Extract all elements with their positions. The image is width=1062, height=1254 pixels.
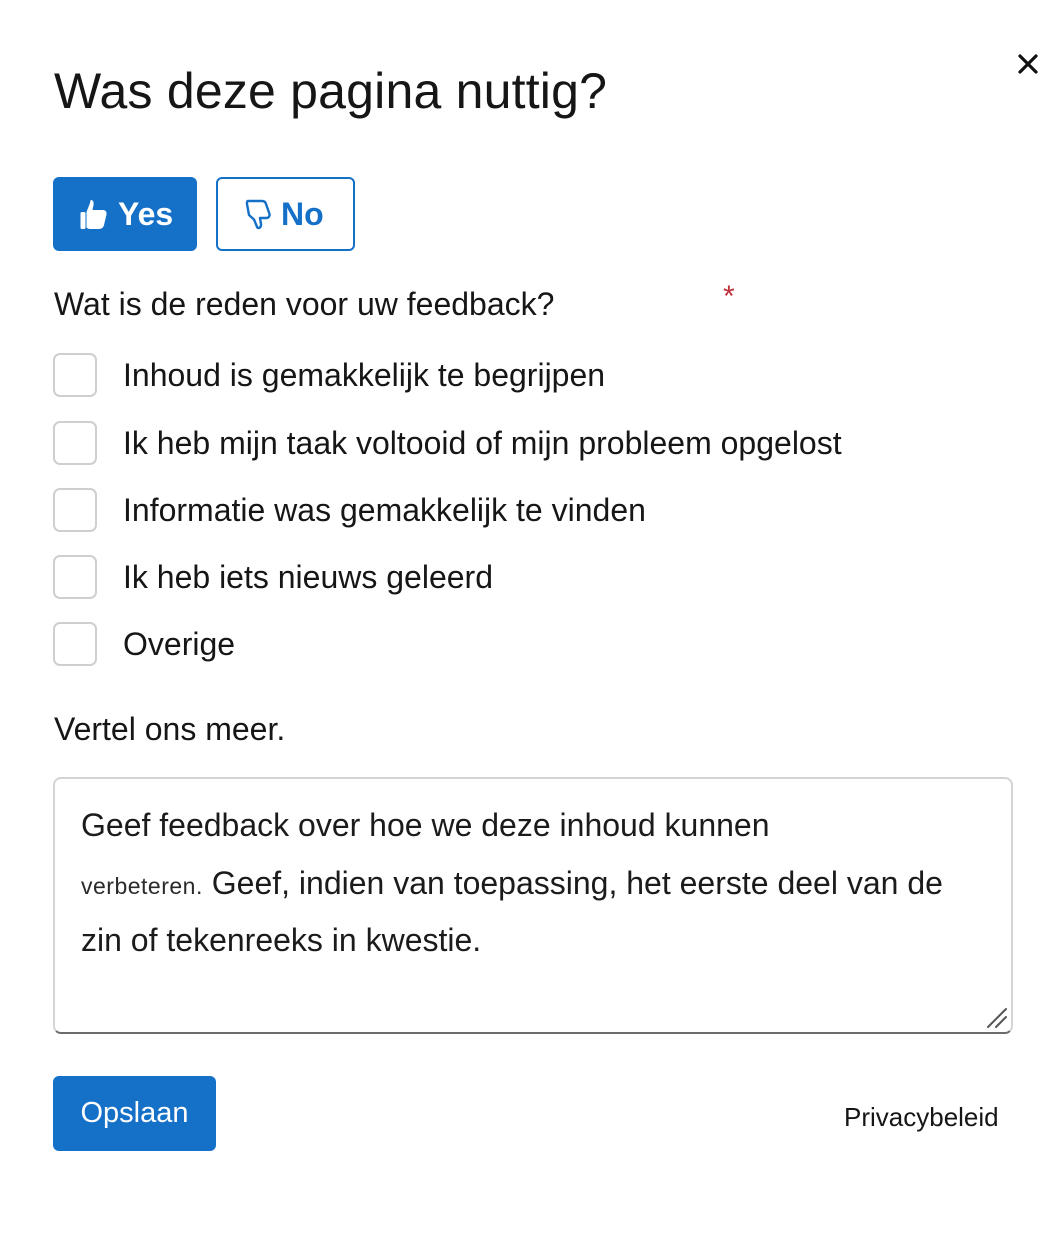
no-label: No [281,195,324,232]
yes-button[interactable]: Yes [53,177,197,251]
feedback-dialog: Was deze pagina nuttig? Yes No Wat is de… [0,0,1062,1254]
checkbox[interactable] [53,353,97,397]
close-button[interactable] [1008,44,1048,84]
dialog-title: Was deze pagina nuttig? [54,63,608,119]
reason-option-task-completed[interactable]: Ik heb mijn taak voltooid of mijn proble… [53,419,842,467]
save-button[interactable]: Opslaan [53,1076,216,1151]
checkbox[interactable] [53,421,97,465]
option-label: Ik heb iets nieuws geleerd [123,558,493,595]
option-label: Overige [123,625,236,662]
reason-option-learned-something[interactable]: Ik heb iets nieuws geleerd [53,553,493,601]
required-mark: * [723,280,735,313]
checkbox[interactable] [53,555,97,599]
placeholder-continuation: Geef, indien van toepassing, het eerste … [211,865,943,901]
privacy-link[interactable]: Privacybeleid [844,1102,999,1133]
resize-grip-icon[interactable] [984,1005,1008,1029]
reason-question: Wat is de reden voor uw feedback? [54,286,555,322]
option-label: Ik heb mijn taak voltooid of mijn proble… [123,424,842,461]
option-label: Inhoud is gemakkelijk te begrijpen [123,356,606,393]
thumbs-up-icon [80,200,107,229]
checkbox[interactable] [53,622,97,666]
thumbs-down-icon [245,199,271,230]
feedback-textarea[interactable]: Geef feedback over hoe we deze inhoud ku… [53,777,1013,1034]
placeholder-line-1: Geef feedback over hoe we deze inhoud ku… [81,807,770,843]
details-label: Vertel ons meer. [54,711,286,747]
close-icon [1018,54,1038,74]
yes-label: Yes [118,195,174,232]
reason-option-easy-to-find[interactable]: Informatie was gemakkelijk te vinden [53,486,646,534]
no-button[interactable]: No [216,177,355,251]
checkbox[interactable] [53,488,97,532]
placeholder-fragment: verbeteren. [81,873,203,899]
reason-option-other[interactable]: Overige [53,620,235,668]
option-label: Informatie was gemakkelijk te vinden [123,491,646,528]
placeholder-line-3: zin of tekenreeks in kwestie. [81,922,482,958]
placeholder-line-2: verbeteren. Geef, indien van toepassing,… [81,865,943,902]
reason-option-easy-to-understand[interactable]: Inhoud is gemakkelijk te begrijpen [53,351,605,399]
